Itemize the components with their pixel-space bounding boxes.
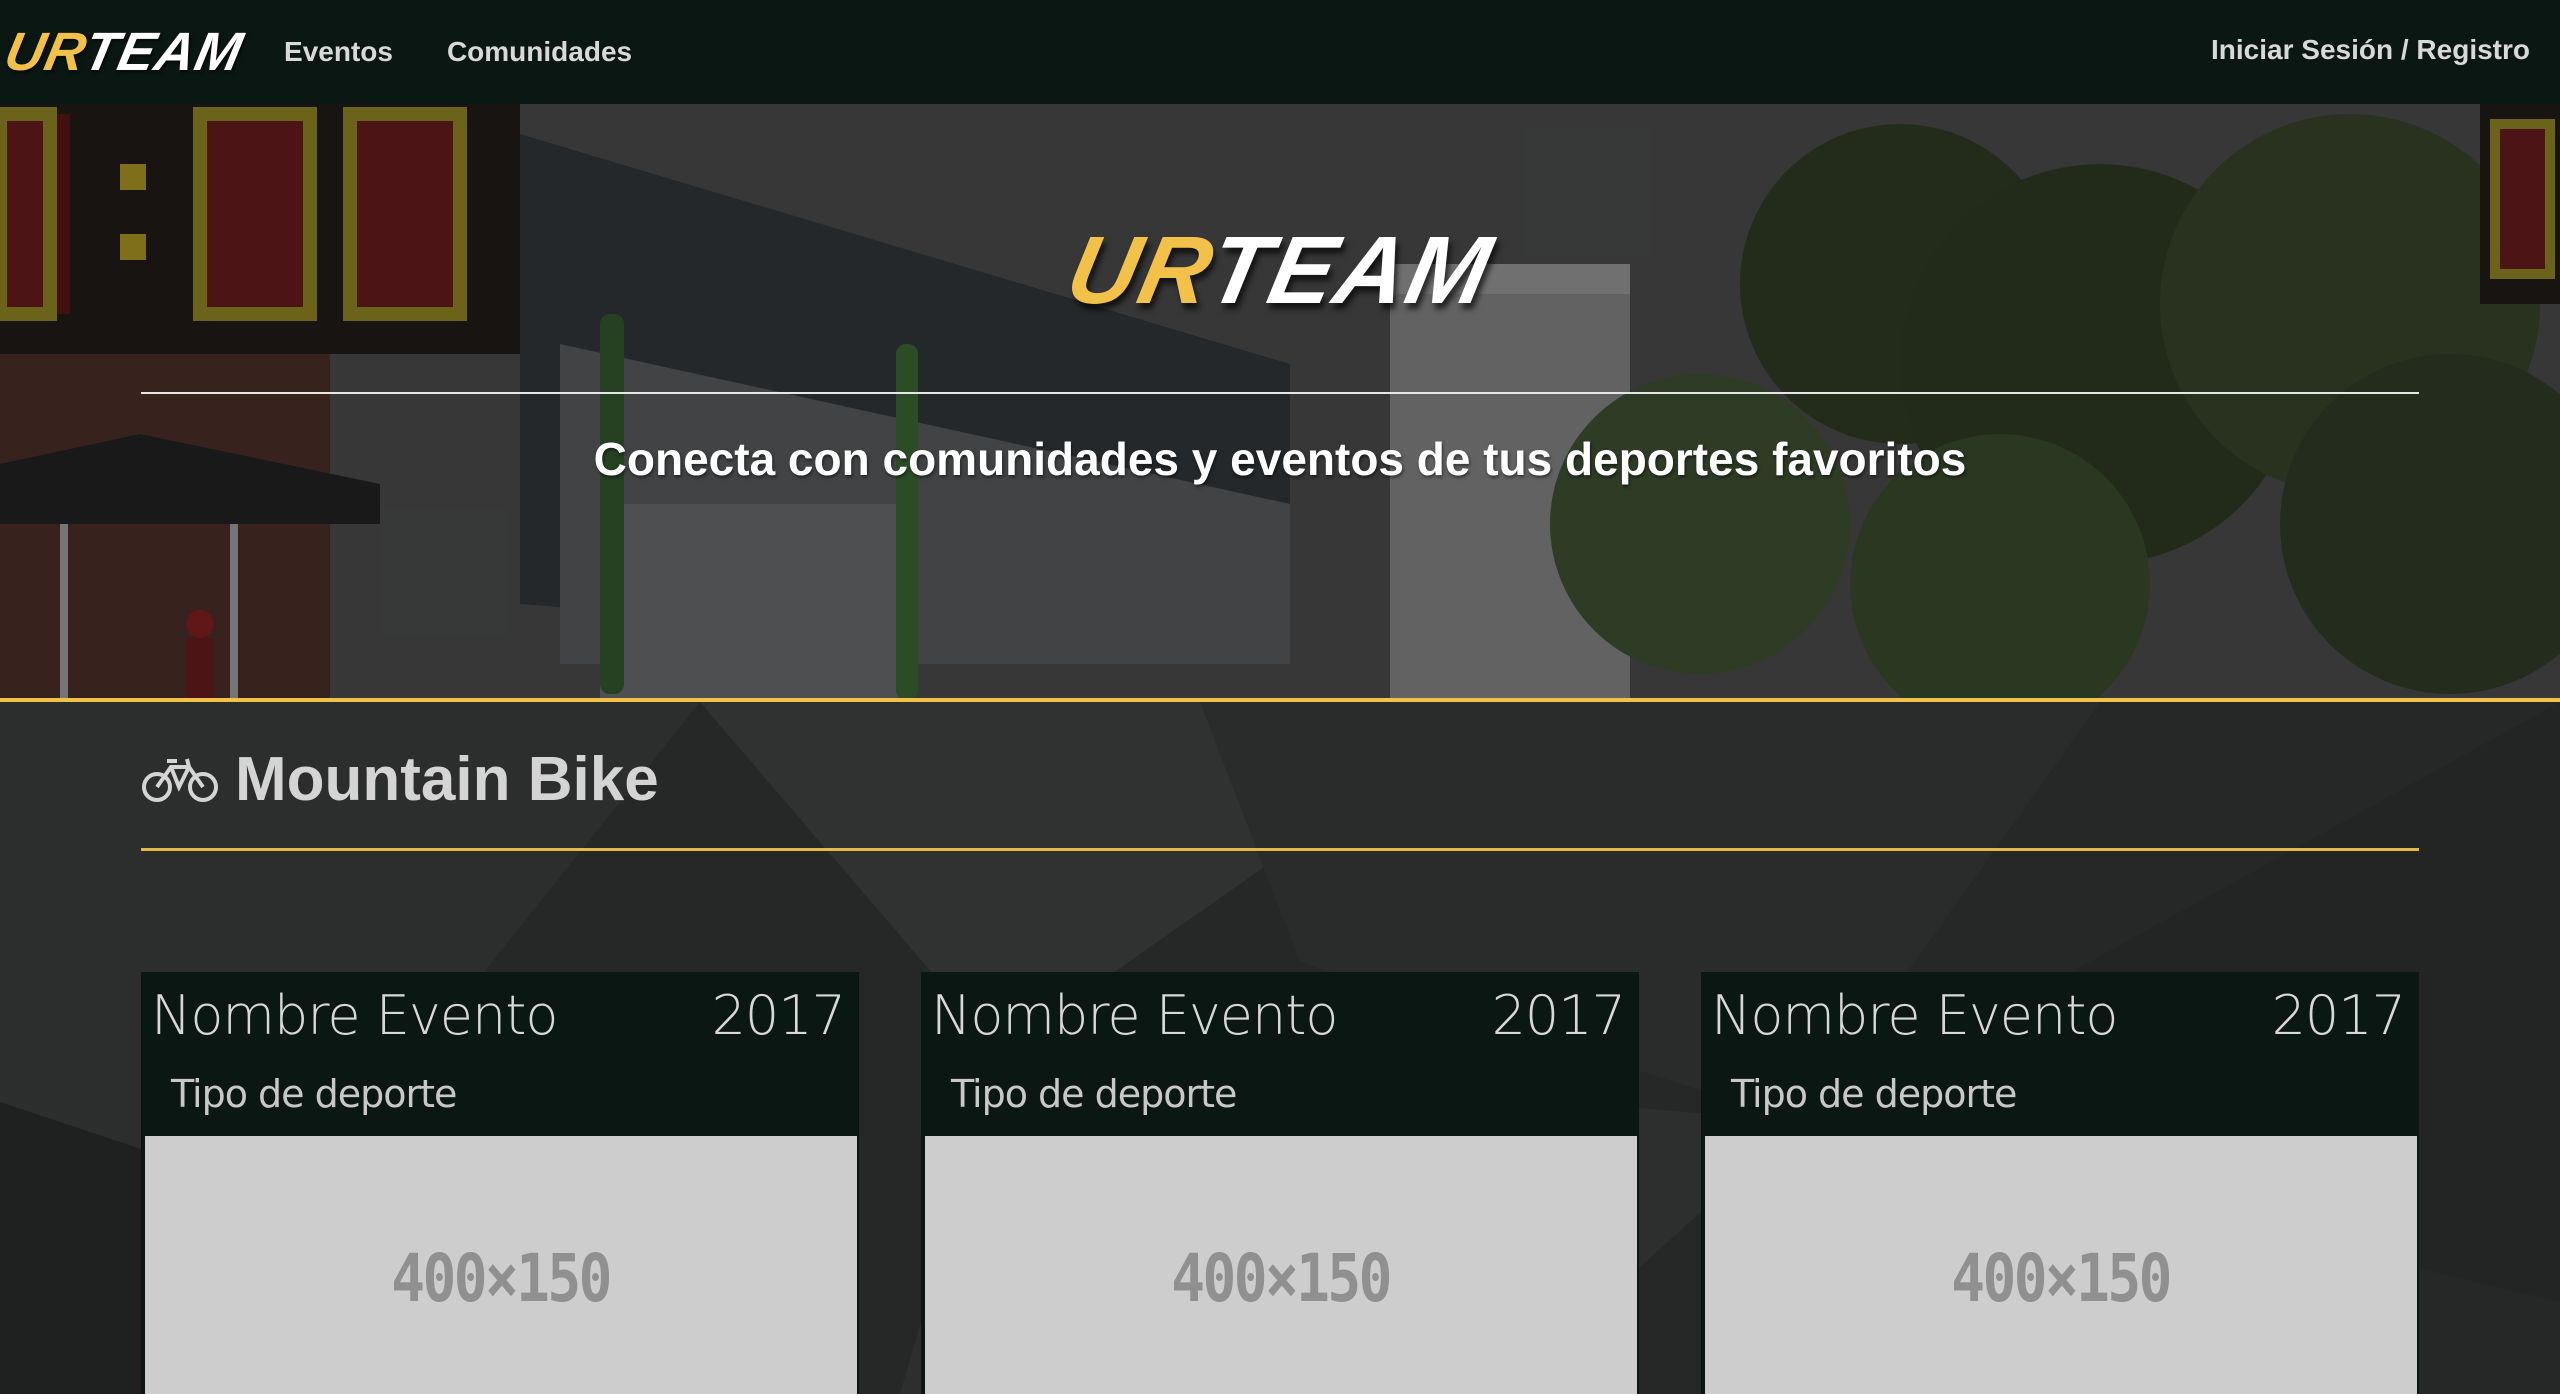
event-card-header: Nombre Evento 2017 Tipo de deporte	[1703, 974, 2417, 1134]
hero-divider	[141, 392, 2419, 394]
hero-banner: URTEAM Conecta con comunidades y eventos…	[0, 104, 2560, 700]
top-navbar: URTEAM Eventos Comunidades Iniciar Sesió…	[0, 0, 2560, 104]
event-image-placeholder: 400×150	[1705, 1136, 2417, 1394]
hero-logo: URTEAM	[1028, 216, 1531, 326]
section-title: Mountain Bike	[235, 745, 659, 814]
event-image-placeholder: 400×150	[145, 1136, 857, 1394]
nav-link-eventos[interactable]: Eventos	[284, 36, 393, 68]
hero-logo-ur: UR	[1058, 217, 1222, 324]
logo-ur-text: UR	[0, 22, 92, 82]
hero-tagline: Conecta con comunidades y eventos de tus…	[593, 433, 1967, 485]
event-card[interactable]: Nombre Evento 2017 Tipo de deporte 400×1…	[141, 972, 859, 1394]
placeholder-size-label: 400×150	[1951, 1240, 2173, 1317]
placeholder-size-label: 400×150	[391, 1240, 613, 1317]
bicycle-icon	[142, 758, 218, 802]
placeholder-size-label: 400×150	[1171, 1240, 1393, 1317]
section-divider	[141, 848, 2419, 851]
event-year: 2017	[711, 984, 846, 1047]
sport-section: Mountain Bike Nombre Evento 2017 Tipo de…	[0, 702, 2560, 1394]
event-card-header: Nombre Evento 2017 Tipo de deporte	[923, 974, 1637, 1134]
event-name: Nombre Evento	[1711, 984, 2118, 1047]
logo-team-text: TEAM	[78, 22, 249, 82]
event-image-placeholder: 400×150	[925, 1136, 1637, 1394]
event-sport-type: Tipo de deporte	[1731, 1072, 2017, 1116]
hero-logo-team: TEAM	[1199, 217, 1502, 324]
event-name: Nombre Evento	[931, 984, 1338, 1047]
section-header: Mountain Bike	[141, 744, 659, 815]
login-register-link[interactable]: Iniciar Sesión / Registro	[2211, 34, 2530, 66]
site-logo[interactable]: URTEAM	[0, 21, 249, 83]
nav-link-comunidades[interactable]: Comunidades	[447, 36, 632, 68]
event-sport-type: Tipo de deporte	[951, 1072, 1237, 1116]
hero-dark-overlay	[0, 104, 2560, 700]
event-card[interactable]: Nombre Evento 2017 Tipo de deporte 400×1…	[921, 972, 1639, 1394]
event-year: 2017	[2271, 984, 2406, 1047]
event-name: Nombre Evento	[151, 984, 558, 1047]
event-card-header: Nombre Evento 2017 Tipo de deporte	[143, 974, 857, 1134]
event-year: 2017	[1491, 984, 1626, 1047]
event-card[interactable]: Nombre Evento 2017 Tipo de deporte 400×1…	[1701, 972, 2419, 1394]
event-sport-type: Tipo de deporte	[171, 1072, 457, 1116]
